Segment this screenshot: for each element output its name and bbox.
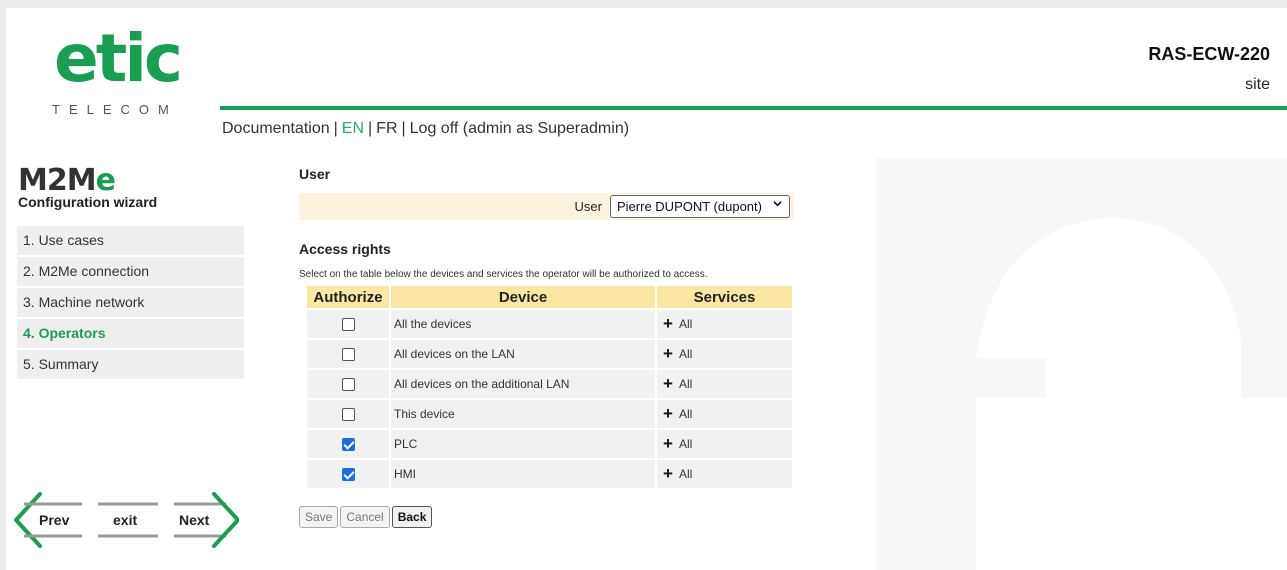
step-m2me-connection[interactable]: 2. M2Me connection (17, 257, 244, 286)
table-row: All devices on the additional LAN + All (307, 370, 792, 398)
top-nav: Documentation | EN | FR | Log off (admin as Su… (222, 120, 629, 138)
authorize-checkbox[interactable] (341, 348, 355, 362)
device-site: site (1245, 76, 1270, 93)
back-button[interactable]: Back (391, 506, 433, 528)
table-row: HMI + All (307, 460, 792, 488)
next-button[interactable]: Next (179, 512, 209, 528)
header-services: Services (657, 286, 792, 308)
m2me-logo: M2Me Configuration wizard (18, 166, 158, 211)
device-cell: All the devices (391, 310, 655, 338)
access-rights-table: Authorize Device Services All the device… (305, 284, 794, 490)
authorize-checkbox[interactable] (341, 408, 355, 422)
table-row: All the devices + All (307, 310, 792, 338)
table-row: PLC + All (307, 430, 792, 458)
nav-separator: | (401, 120, 406, 137)
step-use-cases[interactable]: 1. Use cases (17, 226, 244, 255)
device-model: RAS-ECW-220 (1148, 44, 1270, 64)
logo-subtitle: TELECOM (52, 102, 178, 117)
services-cell[interactable]: + All (657, 310, 792, 338)
form-buttons: Save Cancel Back (299, 506, 434, 528)
services-label: All (678, 437, 693, 451)
services-label: All (678, 467, 693, 481)
authorize-cell (307, 430, 389, 458)
lang-fr-link[interactable]: FR (376, 120, 397, 137)
plus-icon[interactable]: + (663, 314, 673, 333)
device-cell: PLC (391, 430, 655, 458)
header-device: Device (391, 286, 655, 308)
access-rights-description: Select on the table below the devices an… (299, 269, 708, 280)
plus-icon[interactable]: + (663, 374, 673, 393)
user-select-value: Pierre DUPONT (dupont) (617, 199, 762, 214)
header-divider (220, 106, 1287, 110)
rights-table-body: All the devices + All All devices on the LA… (307, 310, 792, 488)
step-operators[interactable]: 4. Operators (17, 319, 244, 348)
authorize-cell (307, 310, 389, 338)
services-cell[interactable]: + All (657, 370, 792, 398)
user-row: User Pierre DUPONT (dupont) (299, 193, 794, 220)
save-button[interactable]: Save (299, 506, 339, 528)
authorize-checkbox[interactable] (341, 318, 355, 332)
m2me-word: M2Me (18, 166, 157, 196)
authorize-checkbox[interactable] (341, 378, 355, 392)
device-cell: HMI (391, 460, 655, 488)
plus-icon[interactable]: + (663, 404, 673, 423)
m2me-word-e: e (95, 163, 116, 198)
authorize-cell (307, 370, 389, 398)
services-label: All (678, 377, 693, 391)
device-cell: All devices on the LAN (391, 340, 655, 368)
etic-logo: etic TELECOM (46, 20, 226, 133)
table-row: All devices on the LAN + All (307, 340, 792, 368)
cancel-button[interactable]: Cancel (340, 506, 390, 528)
user-label: User (574, 199, 602, 214)
authorize-cell (307, 400, 389, 428)
table-row: This device + All (307, 400, 792, 428)
logo-word: etic (54, 20, 183, 97)
wizard-steps: 1. Use cases 2. M2Me connection 3. Machi… (17, 226, 244, 381)
step-summary[interactable]: 5. Summary (17, 350, 244, 379)
user-section-title: User (299, 166, 331, 182)
header-authorize: Authorize (307, 286, 389, 308)
prev-button[interactable]: Prev (39, 512, 69, 528)
device-cell: This device (391, 400, 655, 428)
services-cell[interactable]: + All (657, 460, 792, 488)
authorize-cell (307, 340, 389, 368)
services-label: All (678, 317, 693, 331)
user-select[interactable]: Pierre DUPONT (dupont) (610, 195, 790, 218)
etic-watermark (876, 158, 1287, 570)
wizard-subtitle: Configuration wizard (18, 194, 158, 210)
exit-button[interactable]: exit (113, 512, 137, 528)
logoff-link[interactable]: Log off (admin as Superadmin) (410, 120, 629, 137)
documentation-link[interactable]: Documentation (222, 120, 330, 137)
page: etic TELECOM RAS-ECW-220 site Documentat… (6, 8, 1287, 570)
main-content: User User Pierre DUPONT (dupont) Access … (299, 166, 794, 528)
plus-icon[interactable]: + (663, 434, 673, 453)
plus-icon[interactable]: + (663, 344, 673, 363)
authorize-cell (307, 460, 389, 488)
plus-icon[interactable]: + (663, 464, 673, 483)
services-cell[interactable]: + All (657, 340, 792, 368)
wizard-navigation: Prev exit Next (14, 492, 239, 552)
services-label: All (678, 407, 693, 421)
authorize-checkbox[interactable] (341, 468, 355, 482)
device-cell: All devices on the additional LAN (391, 370, 655, 398)
nav-separator: | (368, 120, 373, 137)
services-cell[interactable]: + All (657, 400, 792, 428)
step-machine-network[interactable]: 3. Machine network (17, 288, 244, 317)
lang-en-link[interactable]: EN (342, 120, 364, 137)
nav-separator: | (333, 120, 338, 137)
authorize-checkbox[interactable] (341, 438, 355, 452)
m2me-word-prefix: M2M (18, 163, 97, 198)
access-rights-title: Access rights (299, 241, 391, 257)
chevron-down-icon (773, 199, 782, 211)
services-label: All (678, 347, 693, 361)
services-cell[interactable]: + All (657, 430, 792, 458)
